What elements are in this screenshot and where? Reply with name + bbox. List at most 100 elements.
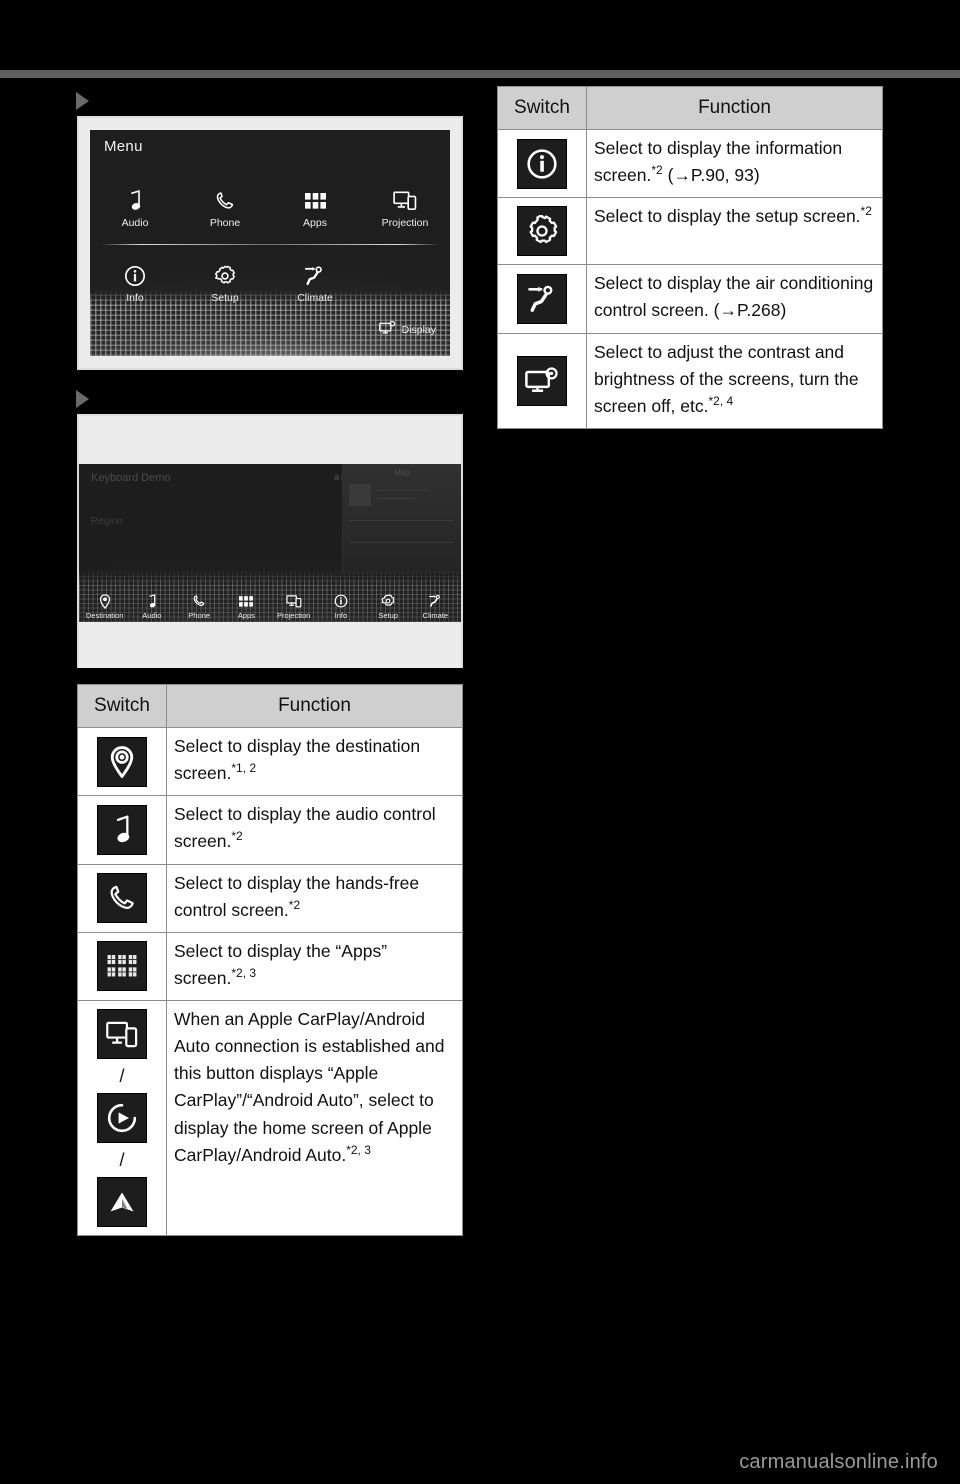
menu-screen-canvas: Menu Audio Phone Apps Projection Info Se… (90, 130, 450, 356)
menu-row-2: Info Setup Climate (90, 263, 450, 304)
nav-item-info[interactable]: Info (317, 592, 364, 620)
nav-item-label: Audio (142, 611, 162, 620)
function-cell: Select to display the information screen… (586, 128, 883, 199)
menu-display-label: Display (401, 323, 436, 336)
nav-map-line (377, 498, 415, 499)
function-cell: When an Apple CarPlay/Android Auto conne… (166, 999, 463, 1237)
switch-cell (77, 863, 167, 933)
gear-icon (180, 263, 270, 289)
nav-item-apps[interactable]: Apps (223, 592, 270, 620)
table-row: / / When an Apple CarPlay/Android Auto c… (77, 999, 463, 1237)
switch-cell (77, 795, 167, 865)
function-text: Select to display the destination screen… (174, 736, 421, 784)
menu-item-audio[interactable]: Audio (90, 188, 180, 229)
display-settings-icon (378, 320, 396, 338)
menu-item-label: Setup (211, 292, 239, 304)
menu-item-projection[interactable]: Projection (360, 188, 450, 229)
function-text: Select to display the audio control scre… (174, 804, 436, 852)
nav-map-preview-label: Map (394, 467, 410, 477)
nav-item-label: Setup (378, 611, 398, 620)
switch-cell (497, 332, 587, 429)
footnote-marker: *2 (231, 829, 243, 844)
nav-item-climate[interactable]: Climate (412, 592, 459, 620)
nav-bottom-bar: Destination Audio Phone Apps Projection … (79, 592, 461, 620)
table-row: Select to display the hands-free control… (77, 863, 463, 933)
icon-separator: / (119, 1066, 125, 1086)
menu-display-button[interactable]: Display (378, 320, 436, 338)
triangle-bullet-icon (76, 390, 89, 408)
function-cell: Select to adjust the contrast and bright… (586, 332, 883, 429)
function-cell: Select to display the “Apps” screen.*2, … (166, 931, 463, 1002)
section-bullet-1 (70, 86, 470, 116)
switch-cell (77, 726, 167, 797)
nav-item-projection[interactable]: Projection (270, 592, 317, 620)
function-text: Select to display the setup screen. (594, 206, 861, 227)
climate-seat-icon (517, 273, 567, 324)
table-row: Select to display the “Apps” screen.*2, … (77, 931, 463, 1002)
nav-map-preview[interactable]: Map (342, 464, 461, 574)
nav-map-line (349, 542, 453, 543)
column-header-function: Function (166, 684, 463, 728)
menu-item-label: Phone (209, 217, 241, 229)
footnote-marker: *2 (860, 204, 872, 219)
phone-handset-icon (97, 873, 147, 924)
function-cell: Select to display the destination screen… (166, 726, 463, 797)
footnote-marker: *2, 4 (708, 393, 734, 408)
figure-bottom-blank (79, 622, 461, 668)
music-note-icon (97, 804, 147, 855)
nav-item-label: Climate (422, 611, 449, 620)
switch-cell (497, 197, 587, 266)
apps-grid-icon (223, 592, 270, 610)
table-header-row: Switch Function (77, 684, 463, 728)
menu-item-label: Climate (297, 292, 333, 304)
menu-item-label: Projection (381, 217, 429, 229)
map-pin-icon (97, 736, 147, 787)
menu-item-apps[interactable]: Apps (270, 188, 360, 229)
menu-item-label: Apps (303, 217, 327, 229)
info-circle-icon (90, 263, 180, 289)
right-column: Switch Function Select to display the in… (490, 86, 890, 429)
figure-top-blank (79, 416, 461, 464)
function-text: When an Apple CarPlay/Android Auto conne… (174, 1009, 445, 1165)
apps-grid-icon (270, 188, 360, 214)
column-header-switch: Switch (77, 684, 167, 728)
switch-cell: / / (77, 999, 167, 1237)
nav-map-thumbnail (349, 484, 371, 506)
apps-grid-icon (97, 941, 147, 992)
footnote-marker: *2, 3 (231, 966, 257, 981)
footnote-marker: *2 (651, 163, 663, 178)
column-header-switch: Switch (497, 86, 587, 130)
menu-item-setup[interactable]: Setup (180, 263, 270, 304)
page-reference: (→P.90, 93) (667, 165, 760, 186)
switch-cell (77, 931, 167, 1002)
triangle-bullet-icon (76, 92, 89, 110)
figure-menu-screen: Menu Audio Phone Apps Projection Info Se… (77, 116, 463, 370)
gear-icon (365, 592, 412, 610)
nav-ghost-title: Keyboard Demo (91, 472, 171, 484)
nav-item-label: Destination (85, 611, 124, 620)
nav-item-audio[interactable]: Audio (128, 592, 175, 620)
icon-separator: / (119, 1150, 125, 1171)
column-header-function: Function (586, 86, 883, 130)
nav-item-destination[interactable]: Destination (81, 592, 128, 620)
apple-carplay-icon (97, 1093, 147, 1144)
nav-item-label: Phone (188, 611, 210, 620)
page-reference: (→P.268) (713, 300, 787, 321)
nav-item-phone[interactable]: Phone (176, 592, 223, 620)
table-row: Select to display the air conditioning c… (497, 264, 883, 334)
menu-item-info[interactable]: Info (90, 263, 180, 304)
section-bullet-2 (70, 384, 470, 414)
left-column: Menu Audio Phone Apps Projection Info Se… (70, 86, 470, 1237)
music-note-icon (128, 592, 175, 610)
nav-item-label: Projection (276, 611, 311, 620)
footnote-marker: *2, 3 (346, 1142, 371, 1157)
menu-item-climate[interactable]: Climate (270, 263, 360, 304)
menu-item-phone[interactable]: Phone (180, 188, 270, 229)
function-cell: Select to display the air conditioning c… (586, 264, 883, 334)
climate-seat-icon (412, 592, 459, 610)
phone-handset-icon (176, 592, 223, 610)
nav-item-setup[interactable]: Setup (365, 592, 412, 620)
header-rule (0, 70, 960, 78)
menu-divider (100, 244, 440, 245)
menu-item-label: Info (126, 292, 144, 304)
